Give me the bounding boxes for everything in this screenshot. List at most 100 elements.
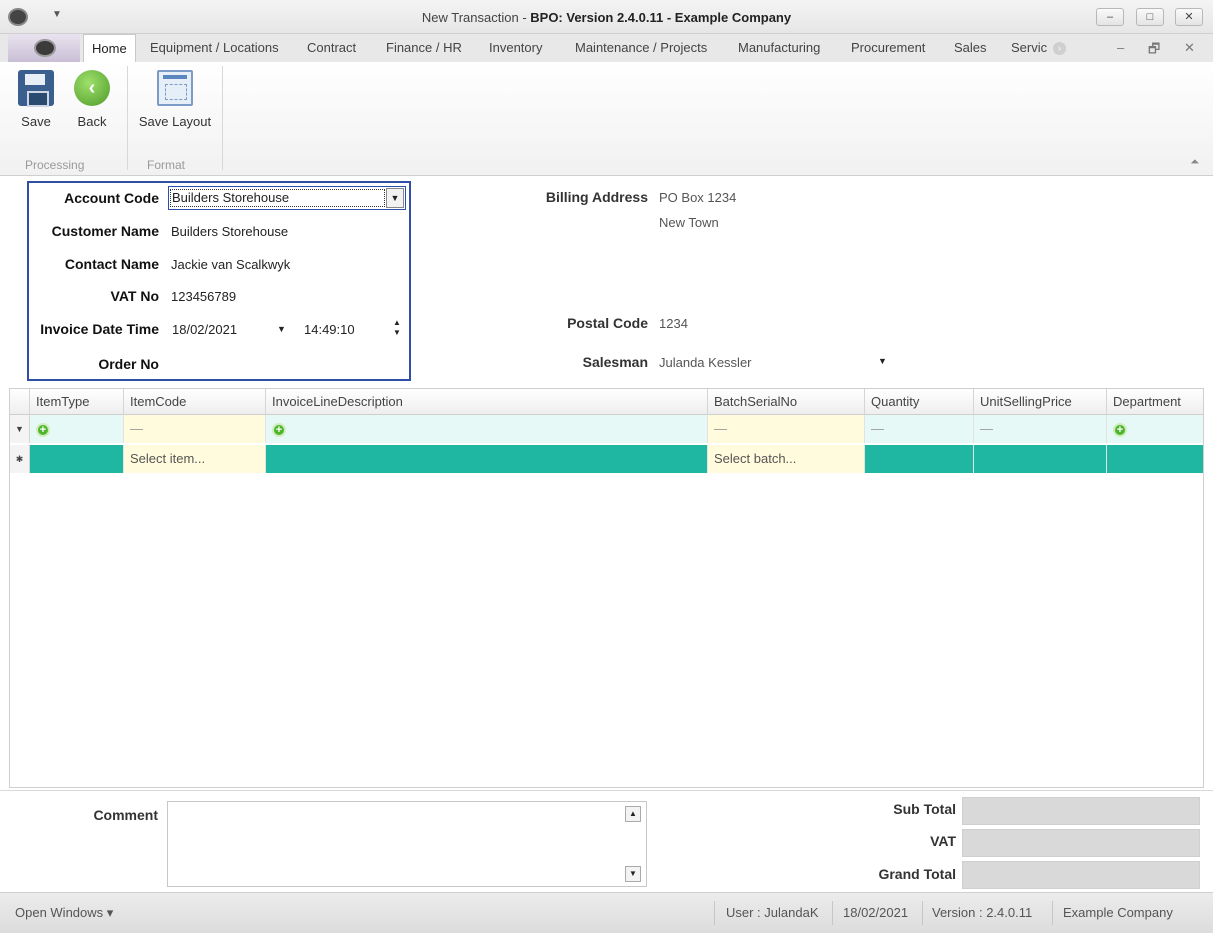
postal-code-field[interactable]: 1234 — [659, 316, 688, 331]
column-header-unitsellingprice[interactable]: UnitSellingPrice — [974, 389, 1107, 415]
salesman-select[interactable]: Julanda Kessler — [659, 355, 752, 370]
mdi-restore-button[interactable]: 🗗 — [1148, 40, 1160, 62]
comment-label: Comment — [93, 807, 158, 823]
grand-total-field — [962, 861, 1200, 889]
new-row-cell-description[interactable] — [266, 445, 708, 473]
tab-inventory[interactable]: Inventory — [489, 40, 542, 55]
filter-cell-description[interactable]: + — [266, 415, 708, 443]
save-layout-icon — [157, 70, 193, 106]
filter-cell-batchserialno[interactable]: — — [708, 415, 865, 443]
tab-contract[interactable]: Contract — [307, 40, 356, 55]
new-row-cell-batchserialno[interactable]: Select batch... — [708, 445, 865, 473]
column-header-quantity[interactable]: Quantity — [865, 389, 974, 415]
status-separator — [832, 901, 833, 925]
column-header-batchserialno[interactable]: BatchSerialNo — [708, 389, 865, 415]
vat-label: VAT — [930, 833, 956, 849]
filter-cell-itemtype[interactable]: + — [30, 415, 124, 443]
application-menu-button[interactable] — [8, 34, 80, 62]
group-label-format: Format — [147, 158, 186, 172]
save-button[interactable]: Save — [16, 70, 56, 129]
status-separator — [714, 901, 715, 925]
status-version: Version : 2.4.0.11 — [932, 905, 1033, 920]
customer-name-value: Builders Storehouse — [171, 224, 289, 239]
chevron-down-icon[interactable]: ▼ — [386, 188, 404, 208]
account-code-combo[interactable]: Builders Storehouse ▼ — [168, 186, 406, 210]
filter-cell-quantity[interactable]: — — [865, 415, 974, 443]
billing-address-line1[interactable]: PO Box 1234 — [659, 190, 736, 205]
tab-manufacturing[interactable]: Manufacturing — [738, 40, 820, 55]
tab-procurement[interactable]: Procurement — [851, 40, 925, 55]
time-spin-down-icon[interactable]: ▼ — [393, 328, 401, 337]
new-row-cell-department[interactable] — [1107, 445, 1203, 473]
sub-total-label: Sub Total — [893, 801, 956, 817]
filter-cell-unitsellingprice[interactable]: — — [974, 415, 1107, 443]
save-layout-button[interactable]: Save Layout — [134, 70, 216, 129]
new-row-cell-quantity[interactable] — [865, 445, 974, 473]
scroll-down-icon[interactable]: ▼ — [625, 866, 641, 882]
postal-code-label: Postal Code — [567, 315, 648, 331]
contact-name-label: Contact Name — [64, 256, 159, 272]
customer-name-label: Customer Name — [51, 223, 159, 239]
minimize-button[interactable]: – — [1096, 8, 1124, 26]
tab-scroll-right-icon[interactable]: › — [1053, 42, 1066, 55]
new-row-cell-itemtype[interactable] — [30, 445, 124, 473]
column-header-itemtype[interactable]: ItemType — [30, 389, 124, 415]
maximize-button[interactable]: □ — [1136, 8, 1164, 26]
status-separator — [1052, 901, 1053, 925]
mdi-minimize-button[interactable]: – — [1117, 40, 1124, 55]
comment-textarea[interactable] — [167, 801, 647, 887]
save-layout-button-label: Save Layout — [138, 114, 212, 129]
tab-maintenance-projects[interactable]: Maintenance / Projects — [575, 40, 707, 55]
filter-condition-icon[interactable]: + — [272, 423, 286, 437]
group-separator — [127, 66, 128, 170]
mdi-close-button[interactable]: ✕ — [1184, 40, 1195, 56]
group-separator — [222, 66, 223, 170]
invoice-time-field[interactable]: 14:49:10 — [304, 322, 355, 337]
save-button-label: Save — [21, 114, 51, 129]
filter-condition-icon[interactable]: + — [36, 423, 50, 437]
column-header-description[interactable]: InvoiceLineDescription — [266, 389, 708, 415]
column-header-department[interactable]: Department — [1107, 389, 1203, 415]
account-code-input[interactable]: Builders Storehouse — [170, 189, 385, 207]
vat-no-field[interactable]: 123456789 — [171, 289, 236, 304]
scroll-up-icon[interactable]: ▲ — [625, 806, 641, 822]
save-icon — [18, 70, 54, 107]
salesman-chevron-down-icon[interactable]: ▼ — [878, 356, 887, 366]
tab-finance-hr[interactable]: Finance / HR — [386, 40, 462, 55]
tab-sales[interactable]: Sales — [954, 40, 987, 55]
filter-cell-department[interactable]: + — [1107, 415, 1203, 443]
new-row-cell-itemcode[interactable]: Select item... — [124, 445, 266, 473]
ribbon-panel: Save ‹ Back Save Layout Processing Forma… — [0, 62, 1213, 176]
column-header-itemcode[interactable]: ItemCode — [124, 389, 266, 415]
contact-name-field[interactable]: Jackie van Scalkwyk — [171, 257, 290, 272]
group-label-processing: Processing — [25, 158, 85, 172]
invoice-date-field[interactable]: 18/02/2021 — [172, 322, 237, 337]
sub-total-field — [962, 797, 1200, 825]
filter-condition-icon[interactable]: + — [1113, 423, 1127, 437]
app-logo-icon — [34, 39, 56, 57]
time-spin-up-icon[interactable]: ▲ — [393, 318, 401, 327]
status-separator — [922, 901, 923, 925]
account-code-label: Account Code — [64, 190, 159, 206]
close-button[interactable]: ✕ — [1175, 8, 1203, 26]
vat-no-label: VAT No — [110, 288, 159, 304]
back-button[interactable]: ‹ Back — [72, 70, 112, 129]
totals-footer: Comment ▲ ▼ Sub Total VAT Grand Total — [0, 790, 1213, 892]
filter-icon: ▼ — [10, 415, 30, 443]
billing-address-line2[interactable]: New Town — [659, 215, 719, 230]
collapse-ribbon-icon[interactable]: ⏶ — [1190, 156, 1199, 169]
grand-total-label: Grand Total — [878, 866, 956, 882]
customer-details-panel: Account Code Builders Storehouse ▼ Custo… — [27, 181, 411, 381]
salesman-label: Salesman — [582, 354, 648, 370]
back-arrow-icon: ‹ — [74, 70, 110, 106]
open-windows-menu[interactable]: Open Windows ▾ — [15, 905, 113, 921]
date-dropdown-icon[interactable]: ▼ — [277, 324, 286, 334]
tab-home[interactable]: Home — [83, 34, 136, 63]
tab-service[interactable]: Servic — [1011, 40, 1047, 55]
status-bar: Open Windows ▾ User : JulandaK 18/02/202… — [0, 892, 1213, 933]
new-row-cell-unitsellingprice[interactable] — [974, 445, 1107, 473]
filter-cell-itemcode[interactable]: — — [124, 415, 266, 443]
order-no-label: Order No — [98, 356, 159, 372]
vat-field — [962, 829, 1200, 857]
tab-equipment-locations[interactable]: Equipment / Locations — [150, 40, 279, 55]
